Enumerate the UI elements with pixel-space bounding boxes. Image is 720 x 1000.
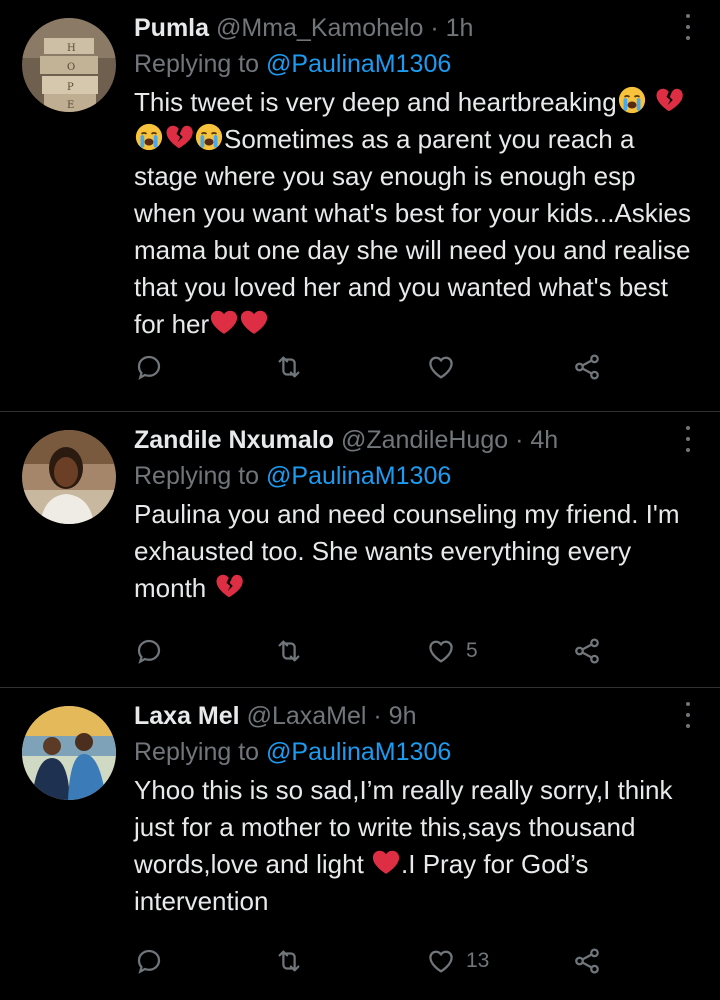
replying-to: Replying to @PaulinaM1306 (134, 46, 700, 82)
avatar[interactable] (22, 430, 116, 524)
author-handle[interactable]: @LaxaMel (247, 702, 367, 730)
tweet[interactable]: Laxa Mel @LaxaMel · 9h Replying to @Paul… (0, 688, 720, 1000)
svg-text:O: O (67, 62, 75, 73)
like-button[interactable]: 13 (426, 946, 489, 976)
tweet[interactable]: H O P E Pumla @Mma_Kamohelo · 1h Replyin… (0, 0, 720, 412)
replying-to: Replying to @PaulinaM1306 (134, 458, 700, 494)
share-icon (572, 352, 602, 382)
reply-icon (134, 946, 164, 976)
share-button[interactable] (572, 636, 602, 666)
tweet-header: Zandile Nxumalo @ZandileHugo · 4h (134, 422, 700, 458)
tweet-actions: 13 (134, 946, 614, 982)
share-button[interactable] (572, 946, 602, 976)
like-button[interactable]: 5 (426, 636, 478, 666)
tweet[interactable]: Zandile Nxumalo @ZandileHugo · 4h Replyi… (0, 412, 720, 688)
author-name[interactable]: Zandile Nxumalo (134, 426, 334, 454)
replying-to-link[interactable]: @PaulinaM1306 (266, 738, 451, 766)
svg-text:H: H (67, 43, 76, 54)
author-name[interactable]: Pumla (134, 14, 209, 42)
red-heart-emoji-icon (371, 847, 401, 877)
heart-icon (426, 352, 456, 382)
retweet-button[interactable] (274, 946, 304, 976)
tweet-text: Paulina you and need counseling my frien… (134, 496, 700, 607)
tweet-time[interactable]: · 4h (515, 426, 558, 454)
replying-to-link[interactable]: @PaulinaM1306 (266, 50, 451, 78)
svg-text:P: P (67, 82, 74, 93)
avatar-image-icon (22, 430, 116, 524)
crying-face-emoji-icon (617, 85, 647, 115)
reply-icon (134, 636, 164, 666)
red-heart-emoji-icon (239, 307, 269, 337)
tweet-actions (134, 352, 614, 388)
heart-icon (426, 636, 456, 666)
svg-text:E: E (67, 100, 74, 111)
author-handle[interactable]: @Mma_Kamohelo (216, 14, 423, 42)
reply-button[interactable] (134, 636, 164, 666)
reply-icon (134, 352, 164, 382)
more-options-icon[interactable] (684, 14, 692, 40)
replying-to: Replying to @PaulinaM1306 (134, 734, 700, 770)
crying-face-emoji-icon (194, 122, 224, 152)
broken-heart-emoji-icon (164, 122, 194, 152)
tweet-text: This tweet is very deep and heartbreakin… (134, 84, 700, 343)
retweet-button[interactable] (274, 352, 304, 382)
tweet-text-part: This tweet is very deep and heartbreakin… (134, 87, 617, 117)
broken-heart-emoji-icon (214, 571, 244, 601)
retweet-icon (274, 946, 304, 976)
broken-heart-emoji-icon (654, 85, 684, 115)
retweet-icon (274, 636, 304, 666)
crying-face-emoji-icon (134, 122, 164, 152)
tweet-time[interactable]: · 9h (373, 702, 416, 730)
replying-to-link[interactable]: @PaulinaM1306 (266, 462, 451, 490)
share-icon (572, 946, 602, 976)
heart-icon (426, 946, 456, 976)
avatar-image-icon: H O P E (22, 18, 116, 112)
replying-label: Replying to (134, 738, 260, 766)
like-button[interactable] (426, 352, 466, 382)
more-options-icon[interactable] (684, 702, 692, 728)
tweet-text: Yhoo this is so sad,I’m really really so… (134, 772, 700, 920)
share-icon (572, 636, 602, 666)
share-button[interactable] (572, 352, 602, 382)
retweet-icon (274, 352, 304, 382)
red-heart-emoji-icon (209, 307, 239, 337)
author-name[interactable]: Laxa Mel (134, 702, 240, 730)
like-count: 13 (466, 949, 490, 972)
author-handle[interactable]: @ZandileHugo (341, 426, 508, 454)
tweet-time[interactable]: · 1h (430, 14, 473, 42)
retweet-button[interactable] (274, 636, 304, 666)
avatar-image-icon (22, 706, 116, 800)
more-options-icon[interactable] (684, 426, 692, 452)
like-count: 5 (466, 639, 478, 662)
reply-button[interactable] (134, 946, 164, 976)
reply-button[interactable] (134, 352, 164, 382)
tweet-actions: 5 (134, 636, 614, 672)
replying-label: Replying to (134, 462, 260, 490)
avatar[interactable] (22, 706, 116, 800)
tweet-header: Laxa Mel @LaxaMel · 9h (134, 698, 700, 734)
replying-label: Replying to (134, 50, 260, 78)
tweet-header: Pumla @Mma_Kamohelo · 1h (134, 10, 700, 46)
avatar[interactable]: H O P E (22, 18, 116, 112)
